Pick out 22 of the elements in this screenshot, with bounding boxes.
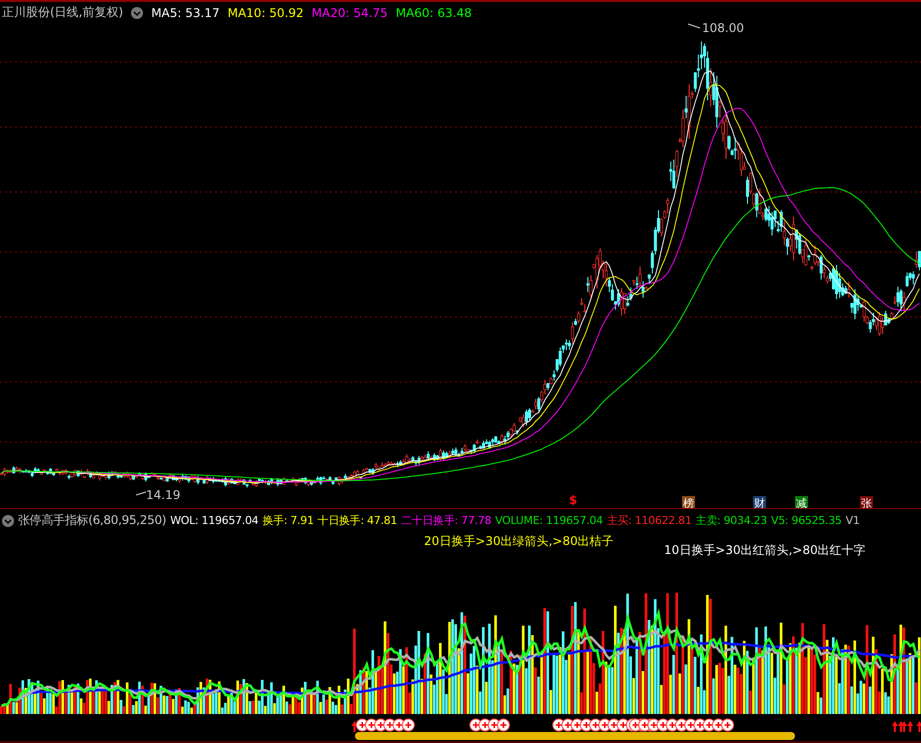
dropdown-icon[interactable] — [2, 514, 14, 526]
indicator-note: 20日换手>30出绿箭头,>80出桔子 — [424, 533, 614, 550]
indicator-value: VOLUME: 119657.04 — [495, 514, 603, 527]
indicator-value: 主买: 110622.81 — [606, 513, 692, 528]
indicator-value: WOL: 119657.04 — [170, 514, 258, 527]
indicator-value: 主卖: 9034.23 — [696, 513, 767, 528]
indicator-note: 10日换手>30出红箭头,>80出红十字 — [664, 542, 866, 559]
ma-value: MA5: 53.17 — [151, 6, 220, 20]
stock-title: 正川股份(日线,前复权) — [2, 4, 124, 21]
ma-value: MA20: 54.75 — [312, 6, 388, 20]
indicator-value: 十日换手: 47.81 — [318, 513, 398, 528]
high-price-label: 108.00 — [688, 21, 744, 35]
ma-value: MA10: 50.92 — [228, 6, 304, 20]
indicator-value: V1 — [846, 514, 860, 527]
indicator-title: 张停高手指标(6,80,95,250) — [18, 512, 166, 529]
event-mark[interactable]: $ — [568, 493, 578, 507]
ma-value: MA60: 63.48 — [396, 6, 472, 20]
low-price-label: 14.19 — [136, 488, 180, 502]
indicator-value: 换手: 7.91 — [262, 513, 314, 528]
indicator-value: V5: 96525.35 — [770, 514, 842, 527]
indicator-value: 二十日换手: 77.78 — [401, 513, 492, 528]
dropdown-icon[interactable] — [131, 6, 144, 18]
